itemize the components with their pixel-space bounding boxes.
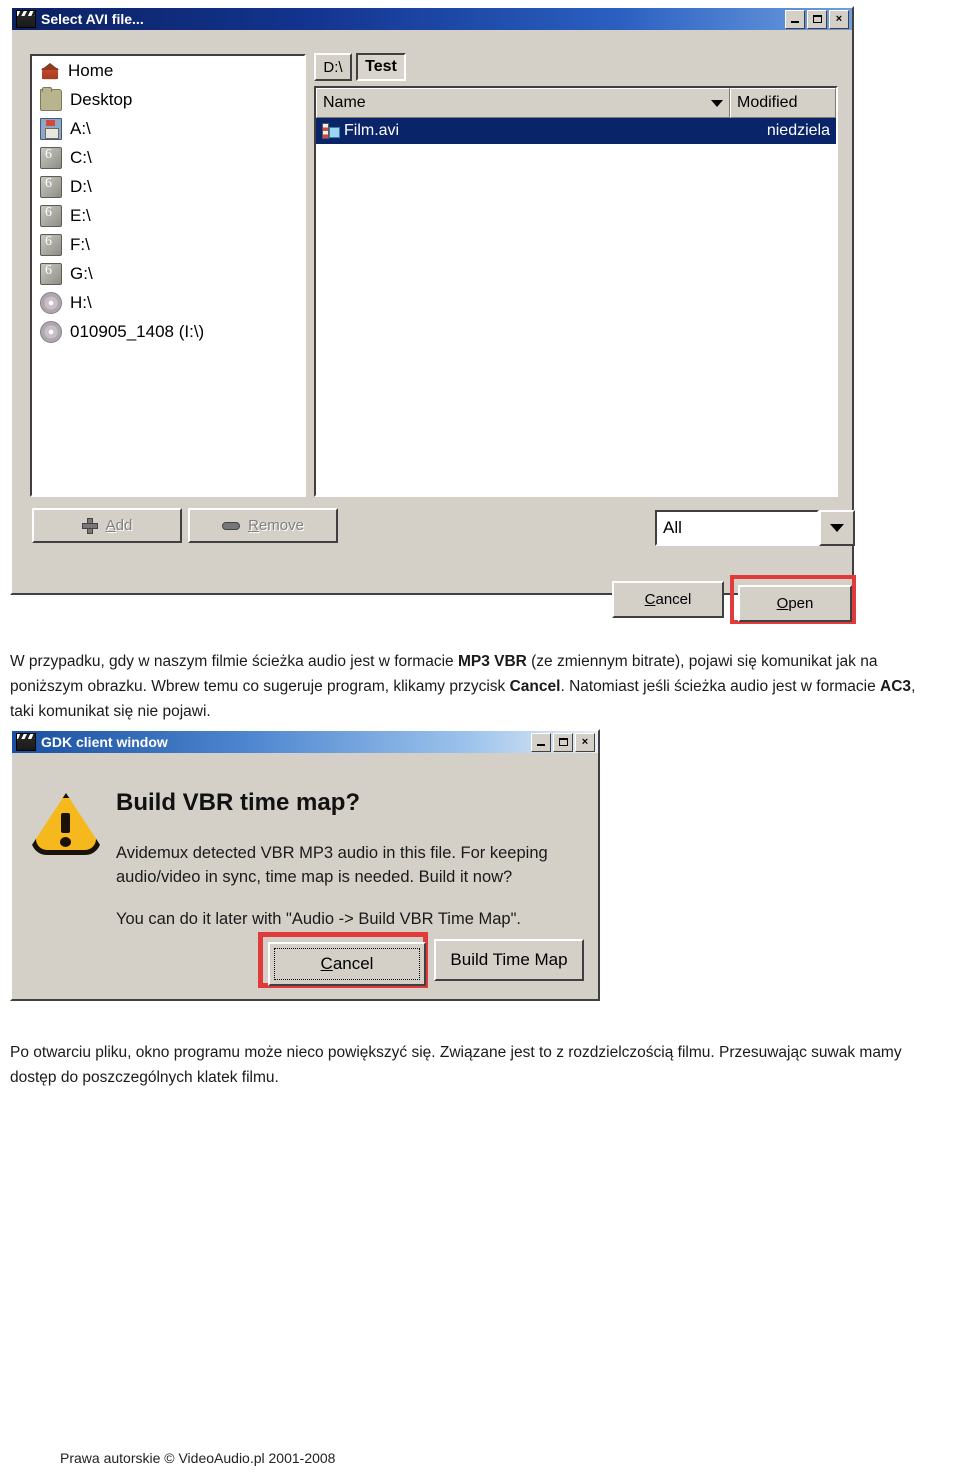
chevron-down-icon[interactable] [819,510,855,546]
open-button-highlight: Open [730,575,856,624]
minimize-button[interactable] [785,9,805,29]
cancel-button[interactable]: Cancel [612,581,724,618]
floppy-icon [40,117,62,140]
sidebar-item-label: F:\ [70,234,90,254]
places-sidebar[interactable]: Home Desktop A:\ C:\ D:\ E:\ [30,54,306,497]
folder-icon [40,86,62,111]
sort-descending-icon[interactable] [711,99,723,107]
para1-bold-cancel: Cancel [509,677,561,695]
gdk-cancel-button-highlight: Cancel [258,932,428,988]
para1-part3: . Natomiast jeśli ścieżka audio jest w f… [560,677,881,695]
sidebar-item-drive-c[interactable]: C:\ [32,143,304,172]
warning-triangle-icon [28,791,104,857]
sidebar-item-drive-i[interactable]: 010905_1408 (I:\) [32,317,304,346]
sidebar-item-desktop[interactable]: Desktop [32,85,304,114]
avi-window-titlebar[interactable]: Select AVI file... × [12,8,852,30]
para1-part1: W przypadku, gdy w naszym filmie ścieżka… [10,652,458,670]
open-button-label: Open [776,595,814,612]
minimize-button[interactable] [531,732,551,752]
sidebar-item-label: D:\ [70,176,92,196]
harddisk-icon [40,204,62,227]
paragraph-window-resize: Po otwarciu pliku, okno programu może ni… [10,1043,902,1086]
sidebar-item-label: Desktop [70,89,133,109]
file-list-header: Name Modified [316,88,836,118]
column-header-modified[interactable]: Modified [730,88,836,118]
gdk-body-text: Avidemux detected VBR MP3 audio in this … [116,844,548,886]
add-button-label: Add [105,517,133,534]
footer-copyright: Prawa autorskie © VideoAudio.pl 2001-200… [60,1450,336,1466]
para1-bold-mp3vbr: MP3 VBR [457,652,527,670]
build-time-map-button[interactable]: Build Time Map [434,939,584,981]
sidebar-item-label: G:\ [70,263,93,283]
avi-window-title: Select AVI file... [41,11,144,27]
avi-window-controls: × [785,9,850,29]
avi-window-body: Home Desktop A:\ C:\ D:\ E:\ [12,30,856,624]
cancel-button-label: Cancel [644,591,692,608]
gdk-note-text: You can do it later with "Audio -> Build… [116,910,522,928]
file-list-pane[interactable]: Name Modified Film.avi niedziela [314,86,838,497]
file-type-filter-combobox[interactable]: All [655,510,855,546]
cdrom-icon [40,291,62,314]
gdk-cancel-button[interactable]: Cancel [268,942,426,986]
breadcrumb-item-drive[interactable]: D:\ [314,53,352,81]
plus-icon [81,517,98,534]
harddisk-icon [40,146,62,169]
breadcrumb: D:\ Test [314,52,838,82]
file-type-filter-value[interactable]: All [655,510,819,546]
sidebar-item-drive-h[interactable]: H:\ [32,288,304,317]
maximize-button[interactable] [553,732,573,752]
sidebar-item-label: A:\ [70,118,91,138]
file-name-cell: Film.avi [322,122,767,140]
sidebar-item-label: 010905_1408 (I:\) [70,321,205,341]
column-header-name[interactable]: Name [316,88,730,118]
minus-icon [222,521,241,530]
breadcrumb-item-test[interactable]: Test [356,53,406,81]
file-modified-cell: niedziela [766,122,830,139]
add-button[interactable]: Add [32,508,182,543]
open-button[interactable]: Open [738,585,852,622]
avi-file-icon [322,123,340,139]
gdk-window-controls: × [531,732,596,752]
sidebar-item-drive-e[interactable]: E:\ [32,201,304,230]
remove-button-label: Remove [248,517,304,534]
sidebar-item-drive-f[interactable]: F:\ [32,230,304,259]
harddisk-icon [40,262,62,285]
maximize-button[interactable] [807,9,827,29]
cdrom-icon [40,320,62,343]
gdk-heading: Build VBR time map? [116,789,361,816]
film-clapper-icon [16,10,36,28]
remove-button[interactable]: Remove [188,508,338,543]
sidebar-item-drive-a[interactable]: A:\ [32,114,304,143]
column-header-name-label: Name [323,94,366,111]
file-name-label: Film.avi [344,122,400,139]
para1-bold-ac3: AC3 [880,677,912,695]
harddisk-icon [40,175,62,198]
select-avi-file-window: Select AVI file... × Home Desktop A:\ 6 … [10,6,856,624]
sidebar-item-label: Home [68,60,114,80]
home-icon [40,60,60,81]
close-button[interactable]: × [829,9,849,29]
sidebar-item-home[interactable]: Home [32,56,304,85]
gdk-cancel-button-label: Cancel [274,948,420,980]
gdk-window-title: GDK client window [41,734,168,750]
sidebar-item-label: H:\ [70,292,92,312]
sidebar-item-label: E:\ [70,205,91,225]
sidebar-item-label: C:\ [70,147,92,167]
sidebar-item-drive-g[interactable]: G:\ [32,259,304,288]
table-row[interactable]: Film.avi niedziela [316,118,836,144]
film-clapper-icon [16,733,36,751]
close-button[interactable]: × [575,732,595,752]
harddisk-icon [40,233,62,256]
sidebar-item-drive-d[interactable]: D:\ [32,172,304,201]
paragraph-mp3-vbr: W przypadku, gdy w naszym filmie ścieżka… [10,649,942,724]
gdk-window-titlebar[interactable]: GDK client window × [12,731,598,753]
